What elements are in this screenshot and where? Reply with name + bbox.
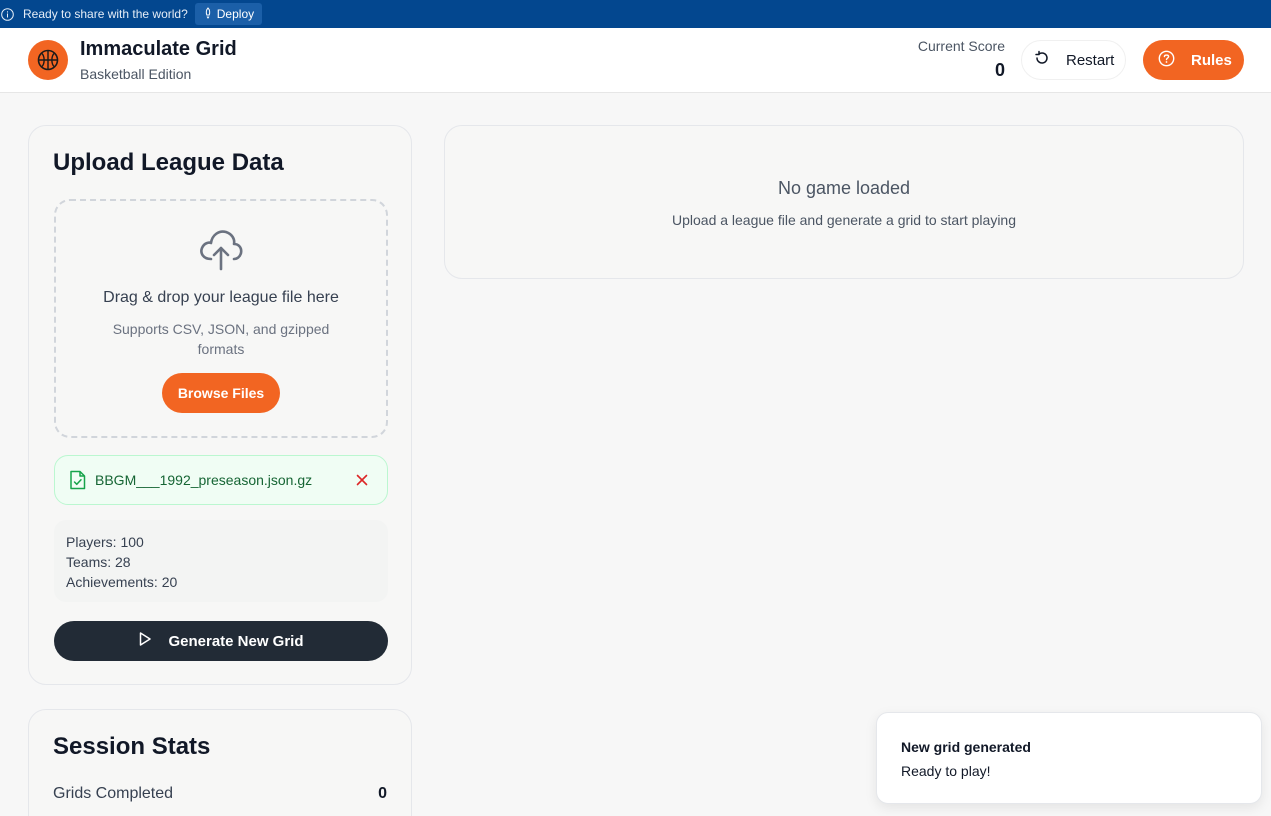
rocket-icon xyxy=(203,6,213,22)
generate-grid-button[interactable]: Generate New Grid xyxy=(54,621,388,661)
game-area: No game loaded Upload a league file and … xyxy=(444,125,1244,279)
league-stats: Players: 100 Teams: 28 Achievements: 20 xyxy=(54,520,388,602)
players-count: Players: 100 xyxy=(66,534,144,550)
toast-title: New grid generated xyxy=(901,739,1031,755)
dropzone-subtitle: Supports CSV, JSON, and gzipped formats xyxy=(112,321,330,357)
rules-label: Rules xyxy=(1191,51,1232,69)
basketball-logo-icon xyxy=(28,40,68,80)
remove-file-icon[interactable] xyxy=(354,472,370,488)
deploy-label: Deploy xyxy=(216,7,255,21)
session-title: Session Stats xyxy=(53,733,211,760)
file-dropzone[interactable]: Drag & drop your league file here Suppor… xyxy=(54,199,388,438)
dropzone-title: Drag & drop your league file here xyxy=(103,289,339,306)
file-name: BBGM___1992_preseason.json.gz xyxy=(95,472,313,488)
app-header: Immaculate Grid Basketball Edition Curre… xyxy=(0,28,1271,93)
file-check-icon xyxy=(69,470,86,490)
teams-count: Teams: 28 xyxy=(66,554,131,570)
app-title: Immaculate Grid xyxy=(80,38,237,60)
play-icon xyxy=(138,631,152,651)
achievements-count: Achievements: 20 xyxy=(66,574,178,590)
score-value: 0 xyxy=(994,60,1005,80)
deploy-button[interactable]: Deploy xyxy=(194,3,263,25)
uploaded-file-chip: BBGM___1992_preseason.json.gz xyxy=(54,455,388,505)
grids-completed-value: 0 xyxy=(378,785,387,802)
grids-completed-label: Grids Completed xyxy=(53,785,174,802)
empty-state-title: No game loaded xyxy=(777,178,911,198)
session-stat-row: Grids Completed 0 xyxy=(53,785,387,803)
app-subtitle: Basketball Edition xyxy=(80,66,192,82)
info-icon xyxy=(1,7,14,21)
upload-card: Upload League Data Drag & drop your leag… xyxy=(28,125,412,685)
browse-files-button[interactable]: Browse Files xyxy=(162,373,280,413)
score-label: Current Score xyxy=(917,38,1005,54)
help-circle-icon xyxy=(1158,50,1175,71)
restart-button[interactable]: Restart xyxy=(1021,40,1126,80)
upload-title: Upload League Data xyxy=(53,149,284,176)
rules-button[interactable]: Rules xyxy=(1143,40,1244,80)
cloud-upload-icon xyxy=(197,227,245,271)
toast-body: Ready to play! xyxy=(901,763,991,779)
generate-label: Generate New Grid xyxy=(168,632,304,650)
restart-icon xyxy=(1034,50,1050,70)
deploy-bar: Ready to share with the world? Deploy xyxy=(0,0,1271,28)
session-stats-card: Session Stats Grids Completed 0 xyxy=(28,709,412,816)
toast-notification: New grid generated Ready to play! xyxy=(876,712,1262,804)
empty-state-subtitle: Upload a league file and generate a grid… xyxy=(671,212,1016,228)
restart-label: Restart xyxy=(1066,51,1115,69)
deploy-message: Ready to share with the world? xyxy=(23,7,188,21)
